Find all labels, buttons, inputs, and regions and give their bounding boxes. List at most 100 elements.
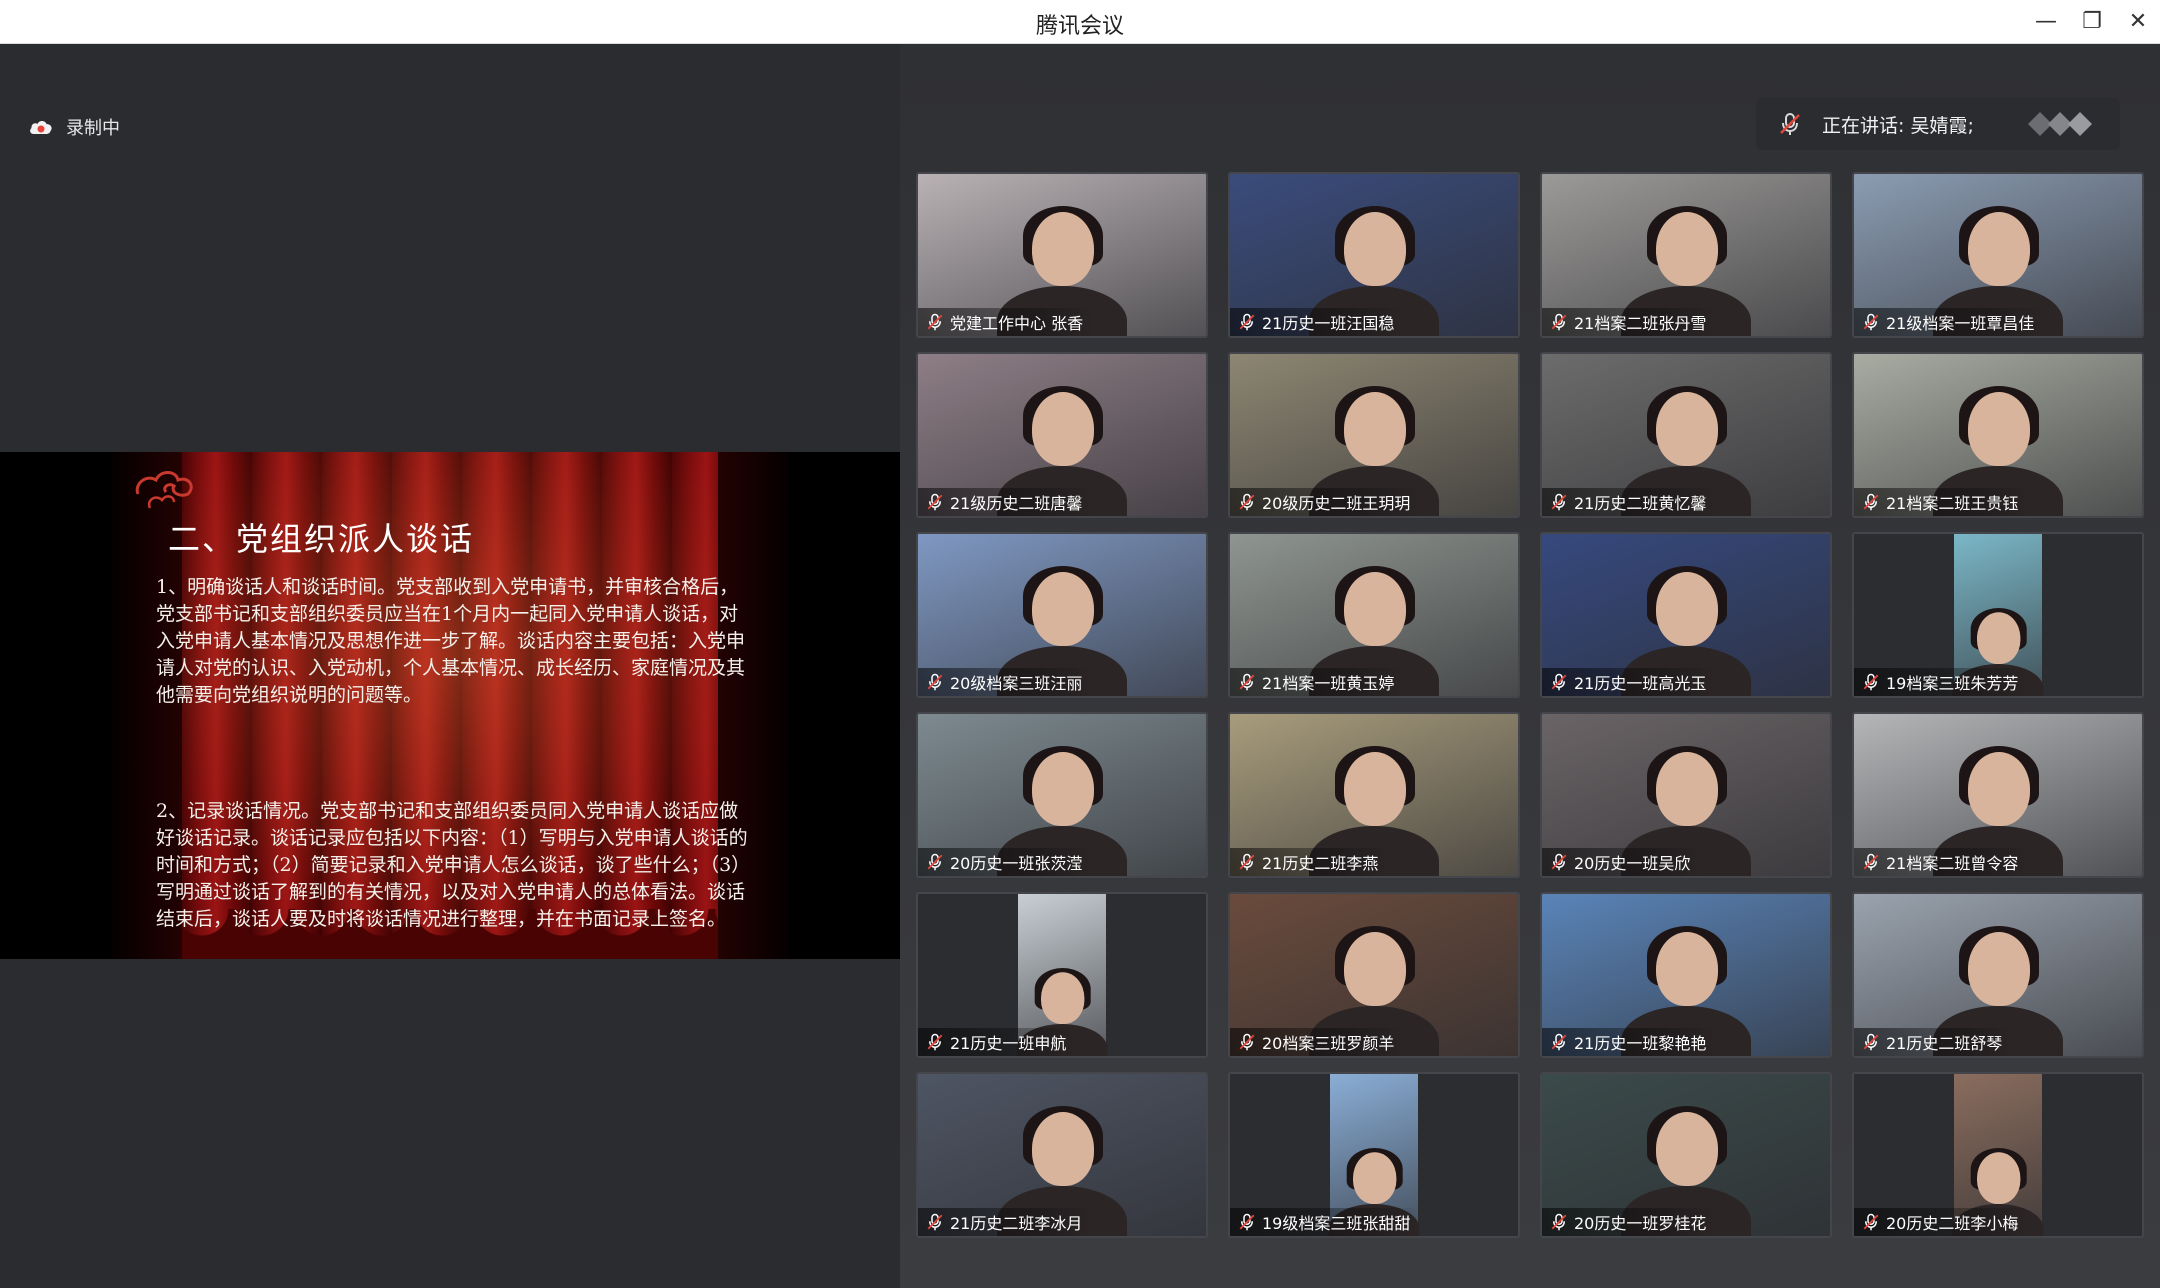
slide-paragraph-2: 2、记录谈话情况。党支部书记和支部组织委员同入党申请人谈话应做好谈话记录。谈话记…	[156, 800, 751, 930]
slide-paragraph-1: 1、明确谈话人和谈话时间。党支部收到入党申请书，并审核合格后，党支部书记和支部组…	[156, 576, 746, 706]
participant-name: 20历史一班张茨滢	[950, 854, 1083, 873]
window-titlebar: 腾讯会议 — ❐ ✕	[0, 0, 2160, 44]
minimize-button[interactable]: —	[2026, 6, 2066, 38]
participant-tile[interactable]: 21级历史二班唐馨	[916, 352, 1208, 518]
participant-name: 20级档案三班汪丽	[950, 674, 1083, 693]
participant-tile[interactable]: 21历史一班黎艳艳	[1540, 892, 1832, 1058]
microphone-muted-icon	[1863, 1033, 1879, 1051]
participant-tile[interactable]: 21历史二班李冰月	[916, 1072, 1208, 1238]
participant-name: 21历史一班申航	[950, 1034, 1067, 1053]
participant-name: 21历史一班黎艳艳	[1574, 1034, 1707, 1053]
microphone-muted-icon	[927, 493, 943, 511]
participant-name-bar: 21历史二班李燕	[1230, 848, 1389, 876]
recording-indicator[interactable]: 录制中	[28, 112, 120, 142]
participant-name-bar: 20历史二班李小梅	[1854, 1208, 2029, 1236]
recording-label: 录制中	[66, 118, 120, 139]
microphone-muted-icon	[1551, 1033, 1567, 1051]
active-speaker-label: 正在讲话: 吴婧霞;	[1822, 114, 1974, 137]
participant-name-bar: 20历史一班罗桂花	[1542, 1208, 1717, 1236]
participant-tile[interactable]: 21历史一班汪国稳	[1228, 172, 1520, 338]
participant-name: 21历史二班李燕	[1262, 854, 1379, 873]
participant-tile[interactable]: 20级历史二班王玥玥	[1228, 352, 1520, 518]
participant-name: 21历史二班舒琴	[1886, 1034, 2003, 1053]
shared-screen-panel: 录制中 二、党组织派人谈话 1、明确谈话人和谈话时间。党支部收到入党申请书，并审…	[0, 44, 900, 1288]
participant-tile[interactable]: 21历史二班李燕	[1228, 712, 1520, 878]
participant-name-bar: 21档案一班黄玉婷	[1230, 668, 1405, 696]
participant-name-bar: 21档案二班王贵钰	[1854, 488, 2029, 516]
participant-name-bar: 21级历史二班唐馨	[918, 488, 1093, 516]
microphone-muted-icon	[1863, 1213, 1879, 1231]
participant-name-bar: 20历史一班吴欣	[1542, 848, 1701, 876]
participant-tile[interactable]: 19级档案三班张甜甜	[1228, 1072, 1520, 1238]
slide-title: 二、党组织派人谈话	[168, 520, 475, 558]
participant-name-bar: 19档案三班朱芳芳	[1854, 668, 2029, 696]
participant-tile[interactable]: 21档案二班曾令容	[1852, 712, 2144, 878]
participant-name-bar: 21历史一班汪国稳	[1230, 308, 1405, 336]
participant-name-bar: 21历史二班舒琴	[1854, 1028, 2013, 1056]
participant-tile[interactable]: 21档案一班黄玉婷	[1228, 532, 1520, 698]
microphone-muted-icon	[1239, 1033, 1255, 1051]
participant-name: 21历史一班汪国稳	[1262, 314, 1395, 333]
participant-tile[interactable]: 20历史一班张茨滢	[916, 712, 1208, 878]
microphone-muted-icon	[1863, 673, 1879, 691]
participant-name: 21档案二班张丹雪	[1574, 314, 1707, 333]
microphone-muted-icon	[927, 1213, 943, 1231]
microphone-muted-icon	[1551, 493, 1567, 511]
participant-tile[interactable]: 20历史一班罗桂花	[1540, 1072, 1832, 1238]
close-button[interactable]: ✕	[2118, 6, 2158, 38]
participant-name: 19档案三班朱芳芳	[1886, 674, 2019, 693]
participant-tile[interactable]: 20档案三班罗颜羊	[1228, 892, 1520, 1058]
participant-name: 21历史一班高光玉	[1574, 674, 1707, 693]
microphone-muted-icon	[1239, 1213, 1255, 1231]
speaker-avatars-icon	[2028, 112, 2092, 136]
participant-name: 20历史一班吴欣	[1574, 854, 1691, 873]
participant-tile[interactable]: 21历史二班黄忆馨	[1540, 352, 1832, 518]
microphone-muted-icon	[1863, 493, 1879, 511]
participant-tile[interactable]: 21历史一班高光玉	[1540, 532, 1832, 698]
participant-name: 党建工作中心 张香	[950, 314, 1084, 333]
presentation-slide: 二、党组织派人谈话 1、明确谈话人和谈话时间。党支部收到入党申请书，并审核合格后…	[0, 452, 900, 959]
participant-name: 21级历史二班唐馨	[950, 494, 1083, 513]
microphone-muted-icon	[1239, 853, 1255, 871]
microphone-muted-icon	[927, 673, 943, 691]
microphone-muted-icon	[1780, 113, 1800, 135]
participant-name-bar: 党建工作中心 张香	[918, 308, 1094, 336]
participant-tile[interactable]: 21历史二班舒琴	[1852, 892, 2144, 1058]
participant-name-bar: 21档案二班曾令容	[1854, 848, 2029, 876]
microphone-muted-icon	[1239, 673, 1255, 691]
participant-tile[interactable]: 21历史一班申航	[916, 892, 1208, 1058]
participant-name-bar: 21历史二班黄忆馨	[1542, 488, 1717, 516]
participant-gallery-panel: 正在讲话: 吴婧霞; 党建工作中心 张香 21历史一班汪国稳 21档案二班张丹雪 21…	[900, 44, 2160, 1288]
participant-tile[interactable]: 20级档案三班汪丽	[916, 532, 1208, 698]
microphone-muted-icon	[1551, 313, 1567, 331]
participant-tile[interactable]: 21级档案一班覃昌佳	[1852, 172, 2144, 338]
microphone-muted-icon	[927, 1033, 943, 1051]
participant-name-bar: 20级历史二班王玥玥	[1230, 488, 1421, 516]
participant-tile[interactable]: 党建工作中心 张香	[916, 172, 1208, 338]
participant-name: 21级档案一班覃昌佳	[1886, 314, 2035, 333]
restore-button[interactable]: ❐	[2072, 6, 2112, 38]
window-title: 腾讯会议	[1035, 14, 1124, 39]
participant-name: 21档案二班曾令容	[1886, 854, 2019, 873]
microphone-muted-icon	[1239, 313, 1255, 331]
participant-name: 20级历史二班王玥玥	[1262, 494, 1411, 513]
participant-tile[interactable]: 21档案二班张丹雪	[1540, 172, 1832, 338]
participant-tile[interactable]: 21档案二班王贵钰	[1852, 352, 2144, 518]
participant-tile[interactable]: 20历史一班吴欣	[1540, 712, 1832, 878]
participant-name-bar: 21级档案一班覃昌佳	[1854, 308, 2045, 336]
participant-tile[interactable]: 20历史二班李小梅	[1852, 1072, 2144, 1238]
participant-name: 21历史二班李冰月	[950, 1214, 1083, 1233]
participant-name-bar: 21历史一班黎艳艳	[1542, 1028, 1717, 1056]
cloud-record-icon	[30, 121, 52, 134]
participant-name: 21档案二班王贵钰	[1886, 494, 2019, 513]
microphone-muted-icon	[1863, 853, 1879, 871]
participant-name-bar: 21档案二班张丹雪	[1542, 308, 1717, 336]
participant-name-bar: 20档案三班罗颜羊	[1230, 1028, 1405, 1056]
participant-name-bar: 20级档案三班汪丽	[918, 668, 1093, 696]
participant-name: 20历史二班李小梅	[1886, 1214, 2019, 1233]
participant-name: 19级档案三班张甜甜	[1262, 1214, 1411, 1233]
microphone-muted-icon	[1239, 493, 1255, 511]
microphone-muted-icon	[927, 313, 943, 331]
participant-name-bar: 21历史二班李冰月	[918, 1208, 1093, 1236]
participant-tile[interactable]: 19档案三班朱芳芳	[1852, 532, 2144, 698]
